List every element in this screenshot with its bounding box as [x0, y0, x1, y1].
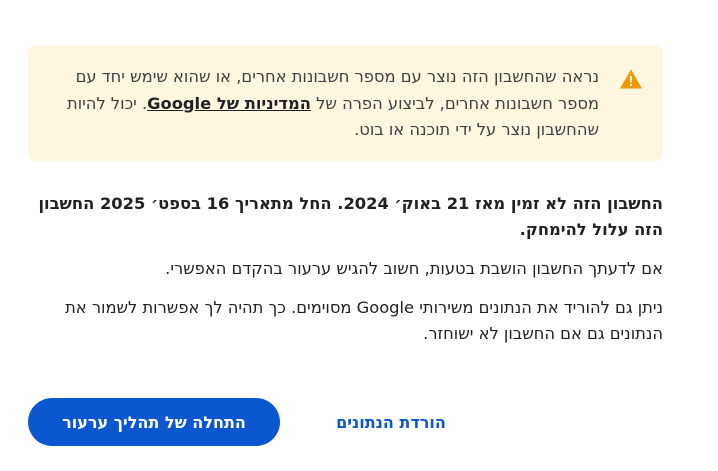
- start-appeal-button[interactable]: התחלה של תהליך ערעור: [28, 398, 280, 446]
- warning-message: נראה שהחשבון הזה נוצר עם מספר חשבונות אח…: [39, 64, 599, 144]
- warning-banner: נראה שהחשבון הזה נוצר עם מספר חשבונות אח…: [28, 45, 663, 161]
- download-data-button[interactable]: הורדת הנתונים: [318, 398, 464, 446]
- download-notice: ניתן גם להוריד את הנתונים משירותי Google…: [65, 298, 663, 343]
- account-disabled-notice: החשבון הזה לא זמין מאז 21 באוק׳ 2024. הח…: [38, 194, 663, 239]
- warning-triangle-icon: [620, 69, 642, 89]
- google-policy-link[interactable]: המדיניות של Google: [147, 94, 311, 113]
- appeal-notice: אם לדעתך החשבון הושבת בטעות, חשוב להגיש …: [165, 259, 663, 278]
